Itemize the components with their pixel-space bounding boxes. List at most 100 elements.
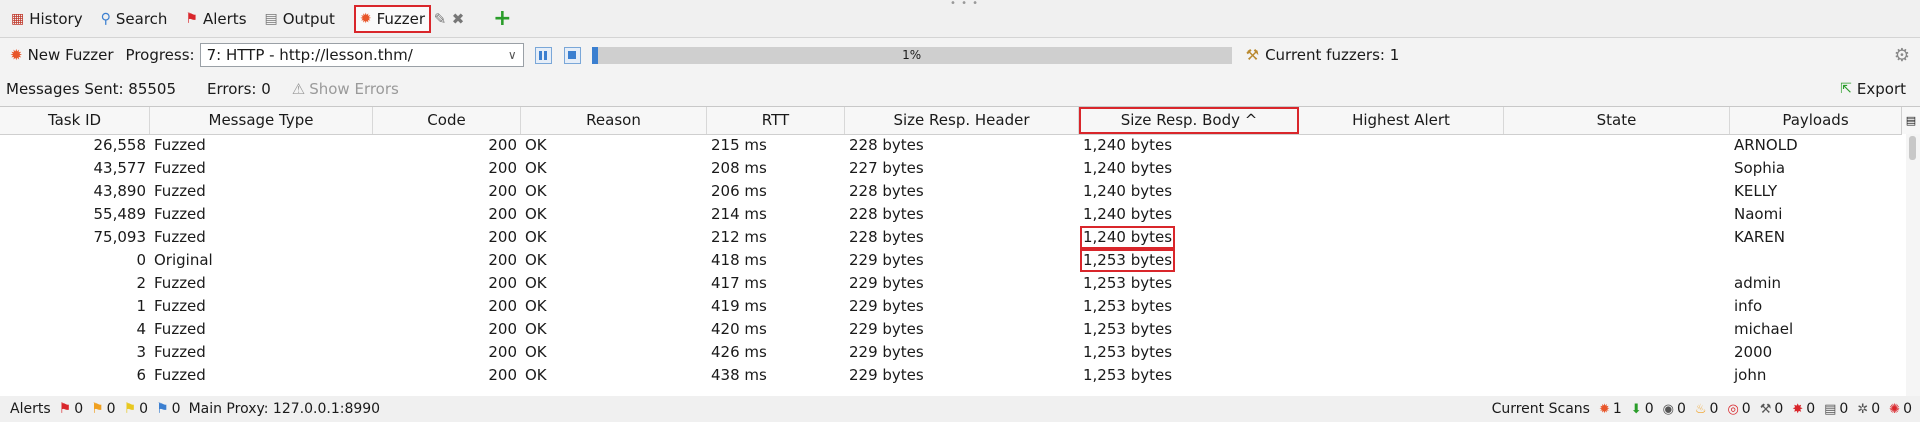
- info-alert-flag-icon: ⚑: [156, 401, 169, 417]
- col-task-id[interactable]: Task ID: [0, 107, 150, 134]
- export-button[interactable]: ⇱ Export: [1840, 80, 1906, 98]
- col-state[interactable]: State: [1504, 107, 1730, 134]
- cell-size-resp-body: 1,253 bytes: [1083, 320, 1173, 338]
- cell-message-type: Fuzzed: [154, 274, 206, 292]
- main-proxy: Main Proxy: 127.0.0.1:8990: [188, 401, 381, 417]
- vertical-scrollbar[interactable]: [1906, 134, 1920, 397]
- table-row[interactable]: 75,093 Fuzzed 200 OK 212 ms 228 bytes 1,240 by…: [0, 226, 1902, 249]
- cell-code: 200: [488, 320, 517, 338]
- table-row[interactable]: 6 Fuzzed 200 OK 438 ms 229 bytes 1,253 bytes jo…: [0, 364, 1902, 387]
- table-row[interactable]: 1 Fuzzed 200 OK 419 ms 229 bytes 1,253 bytes in…: [0, 295, 1902, 318]
- table-row[interactable]: 55,489 Fuzzed 200 OK 214 ms 228 bytes 1,240 by…: [0, 203, 1902, 226]
- col-reason[interactable]: Reason: [521, 107, 707, 134]
- pin-tab-icon[interactable]: ✎: [431, 10, 449, 28]
- table-row[interactable]: 4 Fuzzed 200 OK 420 ms 229 bytes 1,253 bytes mi…: [0, 318, 1902, 341]
- cell-payloads: admin: [1734, 274, 1781, 292]
- gear-icon[interactable]: ⚙: [1894, 45, 1910, 66]
- cell-code: 200: [488, 343, 517, 361]
- new-fuzzer-button[interactable]: ✹ New Fuzzer: [10, 46, 114, 64]
- tab-alerts[interactable]: ⚑ Alerts: [178, 4, 253, 34]
- spider-download-icon: ⬇: [1630, 401, 1642, 417]
- scrollbar-thumb[interactable]: [1909, 136, 1916, 160]
- col-rtt[interactable]: RTT: [707, 107, 845, 134]
- col-highest-alert[interactable]: Highest Alert: [1299, 107, 1504, 134]
- cell-size-resp-body: 1,240 bytes: [1083, 136, 1173, 154]
- cell-rtt: 419 ms: [711, 297, 767, 315]
- cell-state: [1504, 203, 1730, 226]
- col-size-resp-body[interactable]: Size Resp. Body ^: [1079, 107, 1299, 134]
- drag-grip-icon[interactable]: • • •: [950, 0, 979, 9]
- cell-payloads: michael: [1734, 320, 1794, 338]
- cell-state: [1504, 318, 1730, 341]
- show-errors-button[interactable]: ⚠ Show Errors: [292, 80, 399, 98]
- status-bar: Alerts ⚑ 0 ⚑ 0 ⚑ 0 ⚑ 0 Main Proxy: 127.0…: [0, 396, 1920, 422]
- cell-size-resp-header: 229 bytes: [849, 366, 924, 384]
- stop-button[interactable]: [563, 46, 581, 64]
- table-row[interactable]: 43,577 Fuzzed 200 OK 208 ms 227 bytes 1,240 by…: [0, 157, 1902, 180]
- pause-icon: [539, 50, 548, 60]
- table-row[interactable]: 3 Fuzzed 200 OK 426 ms 229 bytes 1,253 bytes 20…: [0, 341, 1902, 364]
- tab-search[interactable]: ⚲ Search: [94, 4, 175, 34]
- eye-icon: ◉: [1662, 401, 1674, 417]
- scan-count: 0: [1741, 401, 1751, 417]
- add-tab-icon[interactable]: +: [493, 7, 511, 30]
- cell-payloads: john: [1734, 366, 1767, 384]
- column-chooser-icon[interactable]: ▤: [1901, 107, 1920, 134]
- scan-count: 1: [1612, 401, 1622, 417]
- fuzzer-toolbar: ✹ New Fuzzer Progress: 7: HTTP - http://…: [0, 38, 1920, 72]
- cell-size-resp-header: 227 bytes: [849, 159, 924, 177]
- cell-code: 200: [488, 205, 517, 223]
- cell-task-id: 2: [136, 274, 146, 292]
- alerts-label: Alerts: [10, 401, 51, 417]
- output-icon: ▤: [264, 10, 278, 27]
- cell-task-id: 3: [136, 343, 146, 361]
- table-row[interactable]: 26,558 Fuzzed 200 OK 215 ms 228 bytes 1,240 by…: [0, 134, 1902, 157]
- cell-payloads: 2000: [1734, 343, 1773, 361]
- cell-size-resp-header: 229 bytes: [849, 343, 924, 361]
- col-size-resp-header[interactable]: Size Resp. Header: [845, 107, 1079, 134]
- cell-message-type: Fuzzed: [154, 205, 206, 223]
- cell-message-type: Fuzzed: [154, 297, 206, 315]
- close-tab-icon[interactable]: ✖: [449, 10, 467, 28]
- tab-output[interactable]: ▤ Output: [258, 4, 342, 34]
- medium-alert-count: 0: [106, 401, 116, 417]
- cell-size-resp-body: 1,240 bytes: [1083, 205, 1173, 223]
- cell-state: [1504, 157, 1730, 180]
- cell-task-id: 43,890: [93, 182, 147, 200]
- cell-size-resp-body: 1,253 bytes: [1083, 274, 1173, 292]
- progress-label: Progress:: [125, 46, 195, 64]
- export-label: Export: [1856, 80, 1906, 98]
- col-message-type[interactable]: Message Type: [150, 107, 373, 134]
- cell-size-resp-header: 228 bytes: [849, 228, 924, 246]
- cell-rtt: 438 ms: [711, 366, 767, 384]
- cell-size-resp-body: 1,240 bytes: [1079, 226, 1299, 249]
- high-alert-flag-icon: ⚑: [58, 401, 72, 417]
- cell-rtt: 215 ms: [711, 136, 767, 154]
- show-errors-label: Show Errors: [309, 80, 399, 98]
- cell-rtt: 426 ms: [711, 343, 767, 361]
- low-alert-count: 0: [139, 401, 149, 417]
- results-table: Task ID Message Type Code Reason RTT Siz…: [0, 106, 1920, 398]
- table-row[interactable]: 0 Original 200 OK 418 ms 229 bytes 1,253 bytes: [0, 249, 1902, 272]
- progress-select[interactable]: 7: HTTP - http://lesson.thm/ ∨: [199, 43, 524, 67]
- cell-highest-alert: [1299, 180, 1504, 203]
- cell-rtt: 418 ms: [711, 251, 767, 269]
- cell-state: [1504, 341, 1730, 364]
- scan-count: 0: [1839, 401, 1849, 417]
- tab-history[interactable]: ▦ History: [4, 4, 90, 34]
- table-row[interactable]: 2 Fuzzed 200 OK 417 ms 229 bytes 1,253 bytes ad…: [0, 272, 1902, 295]
- tab-output-label: Output: [282, 9, 335, 28]
- table-row[interactable]: 43,890 Fuzzed 200 OK 206 ms 228 bytes 1,240 by…: [0, 180, 1902, 203]
- tab-fuzzer[interactable]: ✹ Fuzzer: [353, 4, 432, 33]
- progress-text: 1%: [902, 47, 922, 62]
- cell-state: [1504, 364, 1730, 387]
- col-code[interactable]: Code: [373, 107, 521, 134]
- cell-state: [1504, 226, 1730, 249]
- bug-icon: ✸: [1792, 401, 1804, 417]
- pause-button[interactable]: [534, 46, 552, 64]
- cell-reason: OK: [525, 159, 547, 177]
- col-payloads[interactable]: Payloads: [1730, 107, 1902, 134]
- errors-count: Errors: 0: [207, 80, 271, 98]
- cell-highest-alert: [1299, 203, 1504, 226]
- highlighted-body-size: 1,253 bytes: [1080, 249, 1176, 272]
